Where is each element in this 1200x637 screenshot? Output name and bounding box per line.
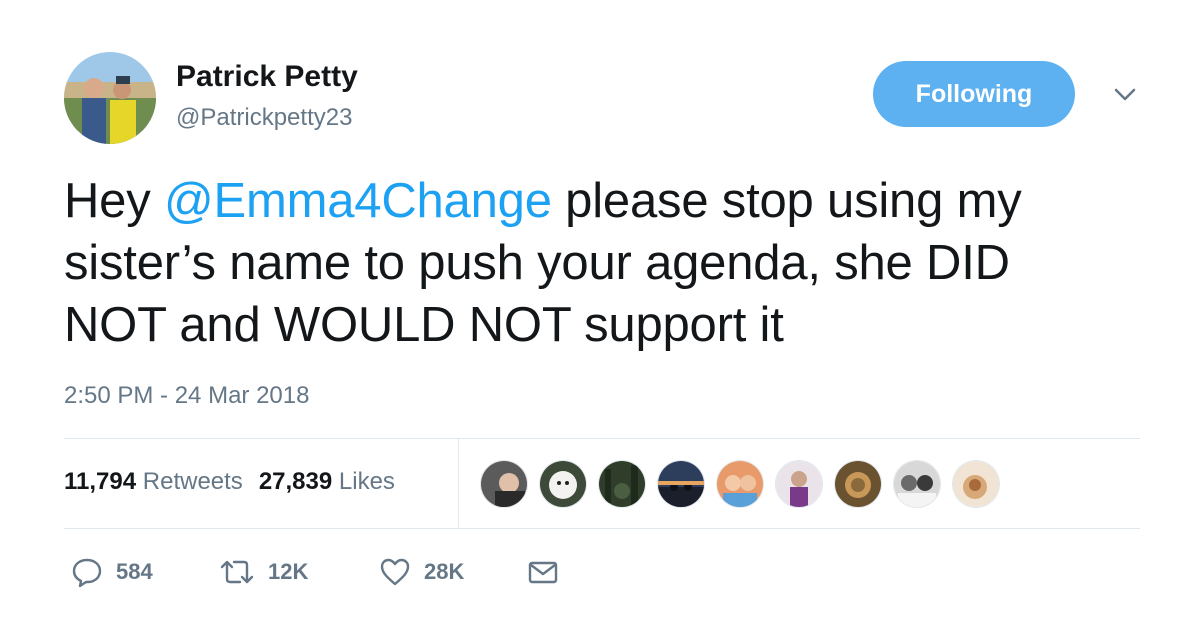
like-button[interactable]: 28K	[378, 552, 464, 592]
tweet-text-line: Hey @Emma4Change please stop using my	[64, 170, 1144, 232]
tweet-text-segment: please stop using my	[551, 174, 1022, 228]
reply-button[interactable]: 584	[70, 552, 153, 592]
likes-count: 27,839	[258, 468, 333, 495]
retweet-button[interactable]: 12K	[218, 552, 308, 592]
liker-avatar-5-icon[interactable]	[716, 460, 764, 508]
liker-avatar-3-icon[interactable]	[598, 460, 646, 508]
tweet-text-segment: Hey	[64, 174, 164, 228]
retweets-count: 11,794	[64, 468, 137, 495]
tweet-text-line: NOT and WOULD NOT support it	[64, 298, 784, 352]
stats-divider	[458, 438, 459, 528]
liker-avatar-4-icon[interactable]	[657, 460, 705, 508]
divider	[64, 438, 1140, 439]
liker-avatar-1-icon[interactable]	[480, 460, 528, 508]
direct-message-button[interactable]	[526, 552, 560, 592]
liker-avatar-9-icon[interactable]	[952, 460, 1000, 508]
likes-stat[interactable]: 27,839 Likes	[259, 468, 395, 495]
tweet-card: Patrick Petty @Patrickpetty23 Following …	[0, 0, 1200, 637]
author-handle[interactable]: @Patrickpetty23	[176, 104, 352, 132]
reply-count: 584	[116, 559, 153, 584]
liker-avatar-6-icon[interactable]	[775, 460, 823, 508]
retweets-stat[interactable]: 11,794 Retweets	[64, 468, 243, 495]
chevron-down-icon	[1114, 88, 1136, 101]
mention-link[interactable]: @Emma4Change	[164, 174, 552, 228]
tweet-menu-button[interactable]	[1112, 84, 1138, 104]
envelope-icon	[528, 561, 558, 584]
tweet-text-line: sister’s name to push your agenda, she D…	[64, 236, 1010, 290]
liker-avatar-8-icon[interactable]	[893, 460, 941, 508]
retweet-count: 12K	[268, 559, 309, 584]
reply-icon	[72, 558, 102, 588]
liker-avatar-7-icon[interactable]	[834, 460, 882, 508]
author-avatar[interactable]	[64, 52, 156, 144]
liker-avatars	[480, 460, 1011, 508]
following-button[interactable]: Following	[873, 61, 1075, 127]
tweet-stats: 11,794 Retweets 27,839 Likes	[64, 468, 395, 496]
retweets-label: Retweets	[142, 468, 243, 495]
retweet-icon	[220, 560, 254, 584]
like-count: 28K	[424, 559, 465, 584]
liker-avatar-2-icon[interactable]	[539, 460, 587, 508]
heart-icon	[380, 558, 410, 586]
tweet-text: Hey @Emma4Change please stop using my si…	[64, 170, 1144, 356]
profile-photo-icon	[64, 52, 156, 144]
author-name[interactable]: Patrick Petty	[176, 60, 358, 94]
likes-label: Likes	[338, 468, 395, 495]
divider	[64, 528, 1140, 529]
tweet-timestamp[interactable]: 2:50 PM - 24 Mar 2018	[64, 382, 309, 410]
